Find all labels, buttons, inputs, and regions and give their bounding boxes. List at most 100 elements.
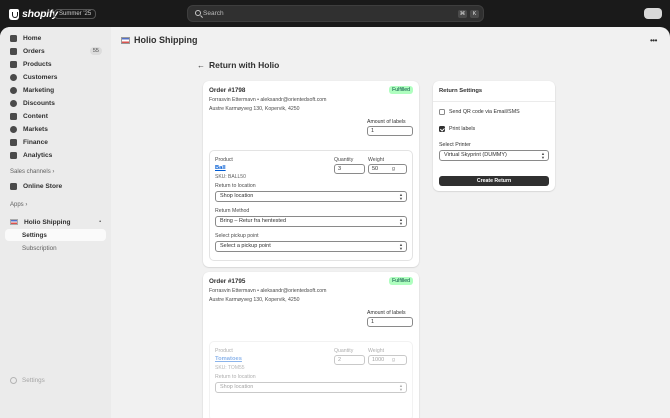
create-return-button[interactable]: Create Return: [439, 176, 549, 186]
return-settings-title: Return Settings: [439, 88, 483, 94]
sales-channels-label: Sales channels: [10, 169, 51, 175]
gear-icon: [10, 377, 17, 384]
return-settings-card: Return Settings Send QR code via Email/S…: [433, 81, 555, 191]
select-arrows-icon: ▲ ▼: [541, 151, 545, 160]
weight-unit: g: [392, 357, 395, 363]
customer-address: Austre Karmøyveg 130, Kopervik, 4250: [209, 297, 300, 303]
sales-channels-heading[interactable]: Sales channels ›: [10, 169, 54, 175]
back-arrow-icon[interactable]: ←: [197, 61, 205, 70]
amount-of-labels-input[interactable]: 1: [367, 317, 413, 327]
customer-info: Forrasvin Ettermavn • aleksandr@oriented…: [209, 288, 327, 294]
sidebar-item-content[interactable]: Content: [5, 110, 106, 122]
sidebar-sub-label: Subscription: [22, 245, 57, 252]
select-value: Bring – Retur fra hentested: [220, 218, 287, 224]
sidebar-item-online-store[interactable]: Online Store: [5, 180, 106, 192]
sidebar-item-orders[interactable]: Orders 55: [5, 45, 106, 57]
select-arrows-icon: ▲ ▼: [399, 242, 403, 251]
account-avatar[interactable]: [644, 8, 662, 19]
sidebar-item-label: Home: [23, 34, 42, 42]
holio-app-icon: [121, 36, 130, 44]
apps-label: Apps: [10, 202, 24, 208]
app-header: Holio Shipping: [121, 35, 198, 45]
return-location-label: Return to location: [215, 374, 256, 380]
sidebar-item-label: Markets: [23, 125, 48, 133]
sidebar-item-markets[interactable]: Markets: [5, 123, 106, 135]
chart-icon: [10, 151, 17, 159]
select-arrows-icon: ▲ ▼: [399, 383, 403, 392]
sidebar-item-label: Content: [23, 112, 48, 120]
tag-icon: [10, 60, 17, 68]
weight-input[interactable]: 50: [368, 164, 407, 174]
return-method-select[interactable]: Bring – Retur fra hentested ▲ ▼: [215, 216, 407, 227]
send-qr-checkbox[interactable]: [439, 109, 445, 115]
sidebar-item-label: Analytics: [23, 151, 53, 159]
search-input[interactable]: Search ⌘ K: [187, 5, 484, 22]
globe-icon: [10, 125, 17, 133]
product-sku: SKU: TOM55: [215, 365, 245, 371]
sidebar-sub-subscription[interactable]: Subscription: [5, 242, 106, 254]
more-actions-icon[interactable]: •••: [650, 36, 657, 45]
apps-heading[interactable]: Apps ›: [10, 202, 27, 208]
discount-icon: [10, 99, 17, 107]
sidebar-settings[interactable]: Settings: [10, 377, 45, 384]
target-icon: [10, 86, 17, 94]
sidebar-item-label: Products: [23, 60, 52, 68]
edition-badge: Summer '25: [54, 9, 97, 19]
amount-label: Amount of labels: [367, 119, 406, 125]
customer-address: Austre Karmøyveg 130, Kopervik, 4250: [209, 106, 300, 112]
sidebar-item-label: Customers: [23, 73, 58, 81]
select-value: Shop location: [220, 384, 254, 390]
page-title: Return with Holio: [209, 60, 280, 70]
amount-label: Amount of labels: [367, 310, 406, 316]
orders-icon: [10, 47, 17, 55]
return-location-select[interactable]: Shop location ▲ ▼: [215, 191, 407, 202]
return-location-label: Return to location: [215, 183, 256, 189]
product-label: Product: [215, 348, 233, 354]
top-bar: shopify Summer '25 Search ⌘ K: [0, 0, 670, 27]
order-title: Order #1795: [209, 278, 246, 285]
holio-app-icon: [10, 219, 18, 225]
bank-icon: [10, 138, 17, 146]
sidebar-item-marketing[interactable]: Marketing: [5, 84, 106, 96]
shopify-logo[interactable]: shopify: [9, 8, 58, 20]
sidebar-item-finance[interactable]: Finance: [5, 136, 106, 148]
sidebar-item-label: Holio Shipping: [24, 218, 71, 226]
print-labels-label: Print labels: [449, 126, 476, 132]
sidebar-sub-settings[interactable]: Settings: [5, 229, 106, 241]
shopify-bag-icon: [9, 8, 19, 20]
sidebar-item-discounts[interactable]: Discounts: [5, 97, 106, 109]
amount-of-labels-input[interactable]: 1: [367, 126, 413, 136]
sidebar-item-label: Finance: [23, 138, 48, 146]
search-icon: [195, 10, 201, 16]
weight-label: Weight: [368, 157, 385, 163]
print-labels-checkbox[interactable]: [439, 126, 445, 132]
sidebar: Home Orders 55 Products Customers Marketi…: [0, 27, 111, 418]
select-value: Shop location: [220, 193, 254, 199]
chevron-right-icon: ›: [52, 169, 55, 175]
status-badge: Fulfilled: [389, 86, 413, 94]
sidebar-item-home[interactable]: Home: [5, 32, 106, 44]
settings-label: Settings: [22, 377, 45, 384]
product-link[interactable]: Tomatoes: [215, 356, 242, 362]
quantity-input[interactable]: 3: [334, 164, 365, 174]
sidebar-item-customers[interactable]: Customers: [5, 71, 106, 83]
printer-select[interactable]: Virtual Skyprint (DUMMY) ▲ ▼: [439, 150, 549, 161]
select-value: Virtual Skyprint (DUMMY): [444, 152, 507, 158]
sidebar-item-holio-shipping[interactable]: Holio Shipping •: [5, 216, 106, 228]
brand-name: shopify: [22, 8, 58, 20]
quantity-label: Quantity: [334, 348, 354, 354]
weight-input[interactable]: 1000: [368, 355, 407, 365]
pin-icon[interactable]: •: [99, 219, 101, 225]
sidebar-item-products[interactable]: Products: [5, 58, 106, 70]
product-link[interactable]: Ball: [215, 165, 226, 171]
pickup-point-select[interactable]: Select a pickup point ▲ ▼: [215, 241, 407, 252]
sidebar-item-analytics[interactable]: Analytics: [5, 149, 106, 161]
quantity-input[interactable]: 2: [334, 355, 365, 365]
page-heading: ← Return with Holio: [197, 60, 279, 70]
return-method-label: Return Method: [215, 208, 250, 214]
customer-info: Forrasvin Ettermavn • aleksandr@oriented…: [209, 97, 327, 103]
divider: [433, 101, 555, 102]
return-location-select[interactable]: Shop location ▲ ▼: [215, 382, 407, 393]
content-icon: [10, 112, 17, 120]
store-icon: [10, 182, 17, 190]
